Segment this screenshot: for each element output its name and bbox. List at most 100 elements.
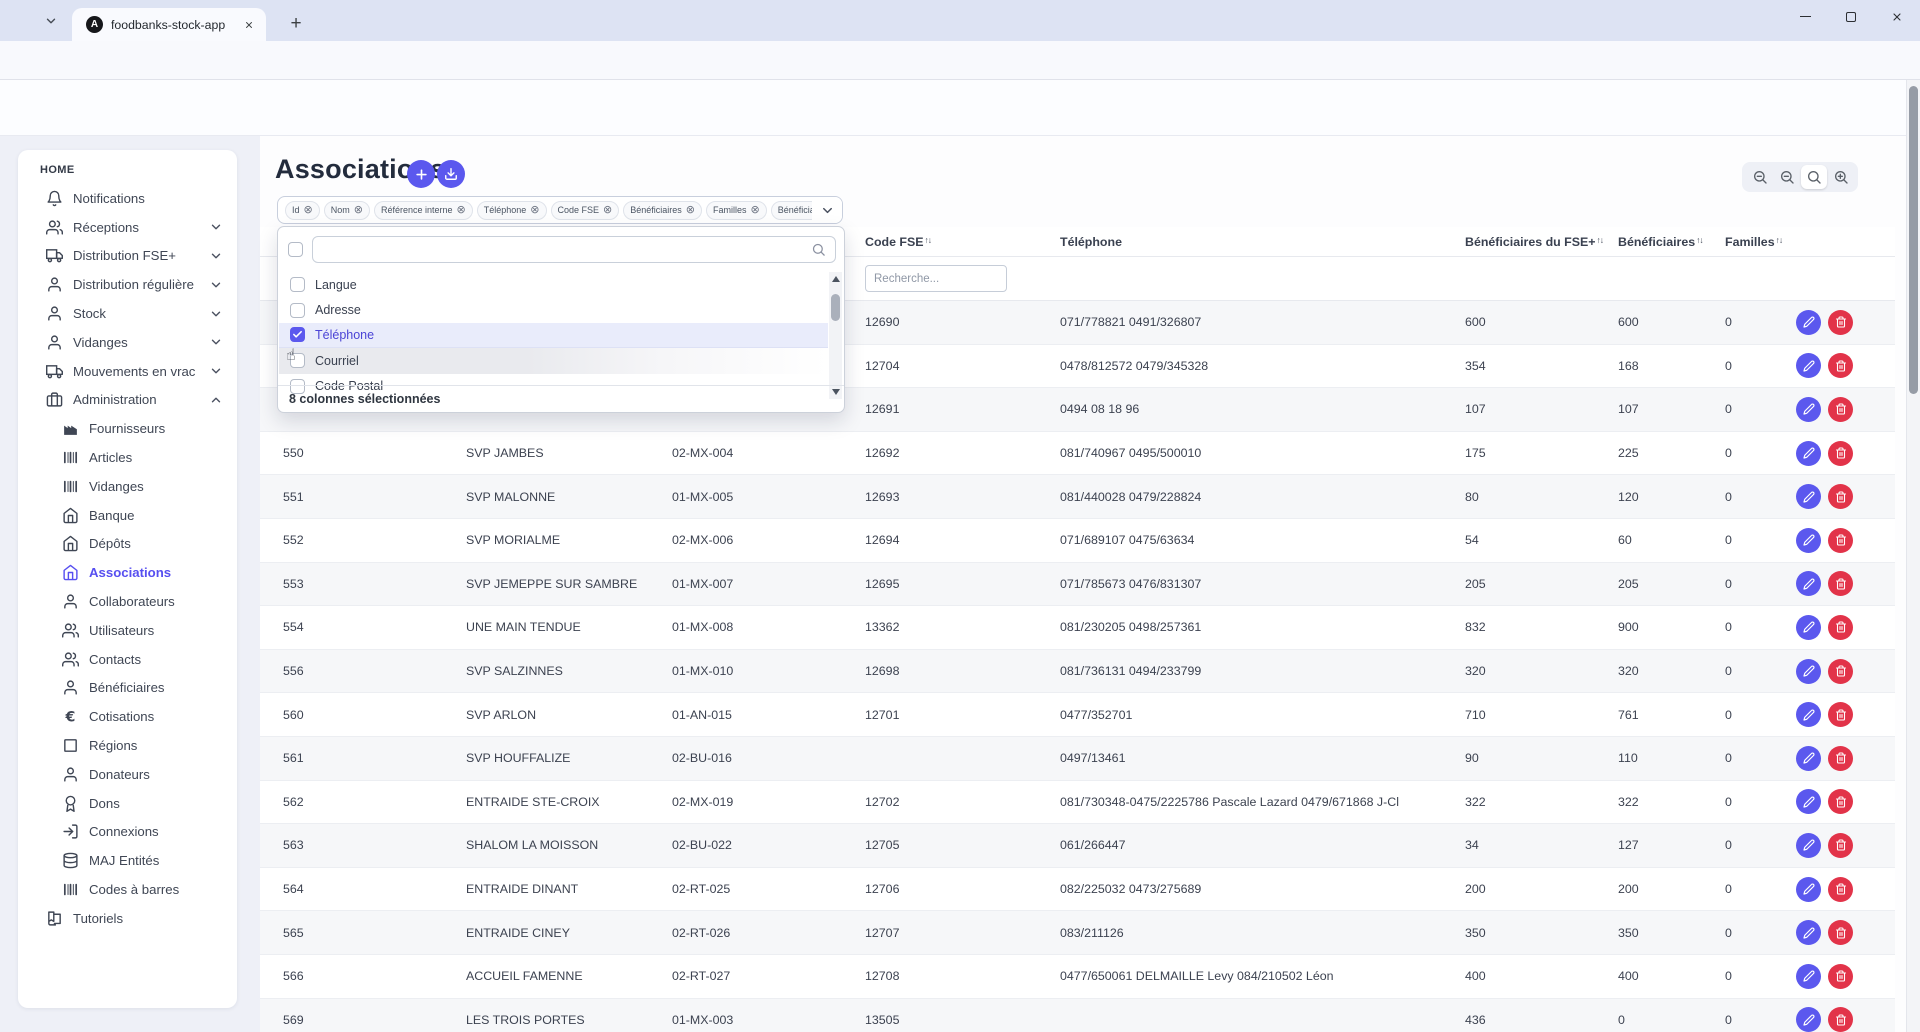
column-option[interactable]: Téléphone — [279, 323, 828, 348]
column-chips-bar[interactable]: Id ⊗ Nom ⊗ Référence interne ⊗ Téléphone… — [277, 196, 843, 224]
new-tab-button[interactable]: + — [282, 10, 310, 38]
column-option[interactable]: Langue — [279, 272, 828, 297]
delete-button[interactable] — [1828, 571, 1853, 596]
edit-button[interactable] — [1796, 571, 1821, 596]
page-scrollbar[interactable] — [1906, 80, 1920, 1032]
sidebar-item[interactable]: Codes à barres — [18, 875, 237, 904]
zoom-in-icon[interactable] — [1828, 165, 1854, 189]
zoom-out-icon[interactable] — [1747, 165, 1773, 189]
delete-button[interactable] — [1828, 441, 1853, 466]
delete-button[interactable] — [1828, 1007, 1853, 1032]
table-row[interactable]: 550 SVP JAMBES 02-MX-004 12692 081/74096… — [260, 432, 1895, 476]
delete-button[interactable] — [1828, 789, 1853, 814]
sidebar-item[interactable]: Donateurs — [18, 760, 237, 789]
chip-remove-icon[interactable]: ⊗ — [751, 205, 760, 216]
sidebar-item[interactable]: Connexions — [18, 818, 237, 847]
chip-remove-icon[interactable]: ⊗ — [530, 205, 539, 216]
delete-button[interactable] — [1828, 702, 1853, 727]
sidebar-item[interactable]: Bénéficiaires — [18, 674, 237, 703]
edit-button[interactable] — [1796, 964, 1821, 989]
edit-button[interactable] — [1796, 353, 1821, 378]
sidebar-item[interactable]: Vidanges — [18, 472, 237, 501]
filter-chip[interactable]: Téléphone ⊗ — [477, 201, 547, 220]
scroll-up-icon[interactable] — [832, 276, 840, 282]
close-button[interactable] — [1874, 0, 1920, 33]
delete-button[interactable] — [1828, 877, 1853, 902]
zoom-out-icon[interactable] — [1774, 165, 1800, 189]
column-option-checkbox[interactable] — [290, 327, 305, 342]
filter-chip[interactable]: Id ⊗ — [285, 201, 320, 220]
edit-button[interactable] — [1796, 310, 1821, 335]
tab-search-chevron-icon[interactable] — [38, 9, 64, 33]
column-header-beneficiaires[interactable]: Bénéficiaires↑↓ — [1618, 235, 1725, 249]
edit-button[interactable] — [1796, 528, 1821, 553]
dropdown-scrollbar[interactable] — [829, 272, 842, 399]
filter-chip[interactable]: Nom ⊗ — [324, 201, 370, 220]
edit-button[interactable] — [1796, 615, 1821, 640]
column-option[interactable]: Courriel — [279, 348, 828, 373]
delete-button[interactable] — [1828, 746, 1853, 771]
edit-button[interactable] — [1796, 1007, 1821, 1032]
table-row[interactable]: 553 SVP JEMEPPE SUR SAMBRE 01-MX-007 126… — [260, 563, 1895, 607]
table-row[interactable]: 554 UNE MAIN TENDUE 01-MX-008 13362 081/… — [260, 606, 1895, 650]
sidebar-item[interactable]: Articles — [18, 443, 237, 472]
delete-button[interactable] — [1828, 659, 1853, 684]
sidebar-item[interactable]: Distribution FSE+ — [18, 242, 237, 271]
edit-button[interactable] — [1796, 441, 1821, 466]
select-all-checkbox[interactable] — [288, 242, 303, 257]
tab-close-icon[interactable] — [240, 16, 258, 34]
delete-button[interactable] — [1828, 920, 1853, 945]
code-fse-search-input[interactable] — [865, 265, 1007, 292]
table-row[interactable]: 566 ACCUEIL FAMENNE 02-RT-027 12708 0477… — [260, 955, 1895, 999]
table-row[interactable]: 563 SHALOM LA MOISSON 02-BU-022 12705 06… — [260, 824, 1895, 868]
edit-button[interactable] — [1796, 746, 1821, 771]
filter-chip[interactable]: Bénéficiaires ⊗ — [623, 201, 702, 220]
delete-button[interactable] — [1828, 353, 1853, 378]
sidebar-item[interactable]: Banque — [18, 501, 237, 530]
sidebar-item[interactable]: Administration — [18, 386, 237, 415]
sidebar-item[interactable]: Dépôts — [18, 530, 237, 559]
filter-chip[interactable]: Code FSE ⊗ — [551, 201, 620, 220]
column-header-beneficiaires-fse[interactable]: Bénéficiaires du FSE+↑↓ — [1465, 235, 1618, 249]
sidebar-item[interactable]: MAJ Entités — [18, 846, 237, 875]
delete-button[interactable] — [1828, 833, 1853, 858]
sidebar-item[interactable]: Fournisseurs — [18, 414, 237, 443]
table-row[interactable]: 562 ENTRAIDE STE-CROIX 02-MX-019 12702 0… — [260, 781, 1895, 825]
sidebar-item[interactable]: Collaborateurs — [18, 587, 237, 616]
sidebar-item[interactable]: Dons — [18, 789, 237, 818]
sidebar-item[interactable]: Réceptions — [18, 213, 237, 242]
search-icon[interactable] — [1801, 165, 1827, 189]
table-row[interactable]: 560 SVP ARLON 01-AN-015 12701 0477/35270… — [260, 693, 1895, 737]
column-header-code-fse[interactable]: Code FSE↑↓ — [865, 235, 1060, 249]
table-row[interactable]: 569 LES TROIS PORTES 01-MX-003 13505 436… — [260, 999, 1895, 1032]
delete-button[interactable] — [1828, 397, 1853, 422]
edit-button[interactable] — [1796, 920, 1821, 945]
chip-remove-icon[interactable]: ⊗ — [603, 205, 612, 216]
scrollbar-thumb[interactable] — [831, 294, 840, 321]
maximize-button[interactable] — [1828, 0, 1874, 33]
edit-button[interactable] — [1796, 702, 1821, 727]
edit-button[interactable] — [1796, 484, 1821, 509]
column-option[interactable]: Adresse — [279, 297, 828, 322]
delete-button[interactable] — [1828, 615, 1853, 640]
columns-search-input[interactable] — [312, 236, 836, 263]
column-option-checkbox[interactable] — [290, 277, 305, 292]
column-option-checkbox[interactable] — [290, 303, 305, 318]
chip-remove-icon[interactable]: ⊗ — [354, 205, 363, 216]
export-download-button[interactable] — [437, 160, 465, 188]
table-row[interactable]: 564 ENTRAIDE DINANT 02-RT-025 12706 082/… — [260, 868, 1895, 912]
table-row[interactable]: 561 SVP HOUFFALIZE 02-BU-016 0497/13461 … — [260, 737, 1895, 781]
edit-button[interactable] — [1796, 877, 1821, 902]
delete-button[interactable] — [1828, 484, 1853, 509]
table-row[interactable]: 551 SVP MALONNE 01-MX-005 12693 081/4400… — [260, 475, 1895, 519]
sidebar-item[interactable]: Distribution régulière — [18, 270, 237, 299]
delete-button[interactable] — [1828, 528, 1853, 553]
sidebar-item[interactable]: Stock — [18, 299, 237, 328]
edit-button[interactable] — [1796, 659, 1821, 684]
chip-remove-icon[interactable]: ⊗ — [686, 205, 695, 216]
table-row[interactable]: 552 SVP MORIALME 02-MX-006 12694 071/689… — [260, 519, 1895, 563]
table-row[interactable]: 556 SVP SALZINNES 01-MX-010 12698 081/73… — [260, 650, 1895, 694]
minimize-button[interactable] — [1782, 0, 1828, 33]
page-scrollbar-thumb[interactable] — [1909, 86, 1918, 394]
delete-button[interactable] — [1828, 964, 1853, 989]
